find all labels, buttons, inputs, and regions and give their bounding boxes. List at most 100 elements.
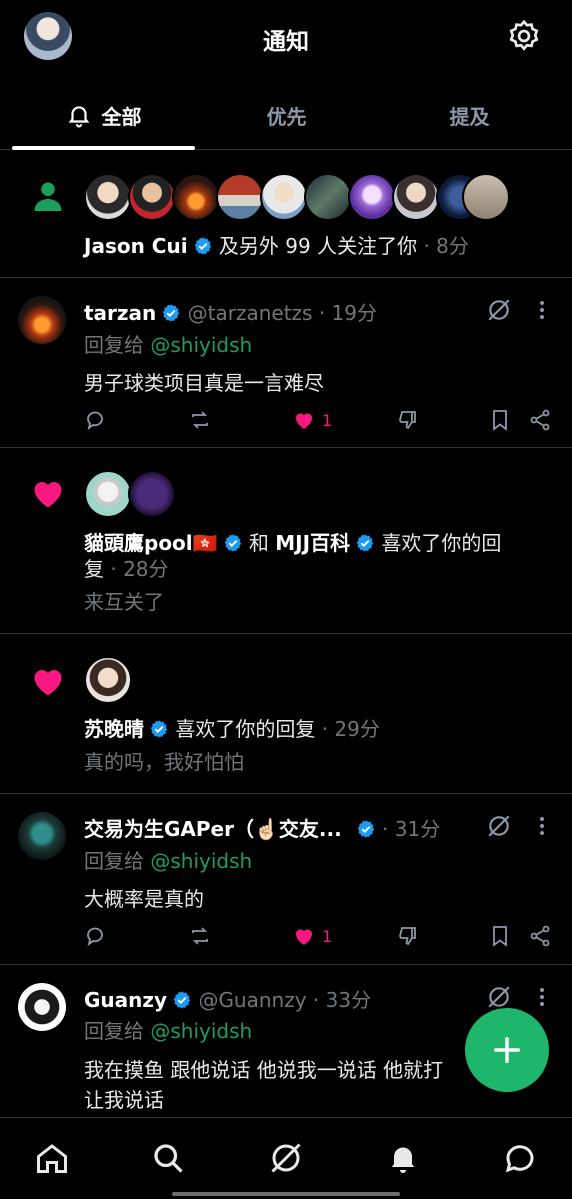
- reply-text: 我在摸鱼 跟他说话 他说我一说话 他就打: [84, 1058, 444, 1082]
- reply-header: 交易为生GAPer（☝🏻交友... · 31分: [84, 813, 440, 842]
- avatar[interactable]: [392, 173, 440, 221]
- user-name[interactable]: MJJ百科: [275, 531, 350, 555]
- timestamp: · 19分: [318, 301, 378, 325]
- user-name[interactable]: tarzan: [84, 301, 156, 325]
- follow-desc: 及另外 99 人关注了你: [218, 234, 418, 258]
- verified-badge-icon: [224, 534, 241, 552]
- reply-to-line: 回复给 @shiyidsh: [84, 1015, 252, 1044]
- user-name[interactable]: Jason Cui: [84, 234, 188, 258]
- share-button[interactable]: [528, 405, 552, 435]
- like-count: 1: [322, 410, 333, 430]
- reply-notification[interactable]: tarzan @tarzanetzs · 19分 回复给 @shiyidsh 男…: [0, 278, 572, 448]
- verified-badge-icon: [194, 237, 211, 255]
- timestamp: · 33分: [312, 988, 372, 1012]
- verified-badge-icon: [357, 820, 374, 838]
- avatar[interactable]: [128, 173, 176, 221]
- avatar[interactable]: [172, 173, 220, 221]
- like-desc: 复: [84, 557, 104, 581]
- plus-icon: [493, 1036, 521, 1064]
- messages-icon[interactable]: [502, 1140, 538, 1176]
- gear-icon[interactable]: [506, 18, 542, 54]
- avatar[interactable]: [128, 470, 176, 518]
- more-icon[interactable]: [532, 814, 552, 838]
- tab-label: 优先: [266, 104, 307, 129]
- bookmark-button[interactable]: [488, 405, 512, 435]
- reply-button[interactable]: [84, 921, 108, 951]
- more-icon[interactable]: [532, 298, 552, 322]
- avatar[interactable]: [84, 470, 132, 518]
- grok-icon[interactable]: [268, 1140, 304, 1176]
- reply-notification[interactable]: 交易为生GAPer（☝🏻交友... · 31分 回复给 @shiyidsh 大概…: [0, 794, 572, 965]
- reply-to-handle[interactable]: @shiyidsh: [150, 333, 252, 357]
- avatar[interactable]: [348, 173, 396, 221]
- like-desc: 喜欢了你的回: [381, 531, 502, 555]
- reply-button[interactable]: [84, 405, 108, 435]
- reply-prefix: 回复给: [84, 1019, 144, 1043]
- compose-button[interactable]: [465, 1008, 549, 1092]
- verified-badge-icon: [150, 720, 168, 738]
- reply-text: 让我说话: [84, 1088, 164, 1112]
- like-desc: 喜欢了你的回复: [175, 717, 316, 741]
- joiner-text: 和: [248, 531, 269, 555]
- share-icon: [530, 925, 550, 947]
- bottom-nav: [0, 1117, 572, 1199]
- like-button[interactable]: 1: [292, 405, 332, 435]
- user-handle[interactable]: @Guannzy: [198, 988, 306, 1012]
- thumbs-down-icon: [399, 411, 416, 430]
- dislike-button[interactable]: [396, 921, 420, 951]
- user-name[interactable]: 交易为生GAPer（☝🏻交友...: [84, 817, 342, 841]
- reply-header: Guanzy @Guannzy · 33分: [84, 984, 371, 1013]
- person-icon: [34, 182, 62, 211]
- tab-mentions[interactable]: 提及: [378, 80, 561, 150]
- repost-icon: [192, 927, 208, 945]
- like-text: 貓頭鷹pool🇭🇰 和 MJJ百科 喜欢了你的回: [84, 527, 501, 556]
- user-name[interactable]: Guanzy: [84, 988, 167, 1012]
- reply-to-line: 回复给 @shiyidsh: [84, 329, 252, 358]
- bookmark-icon: [493, 926, 507, 947]
- liked-reply-text: 来互关了: [84, 590, 164, 614]
- timestamp: · 31分: [382, 817, 441, 841]
- tab-label: 全部: [101, 104, 142, 129]
- like-notification[interactable]: 貓頭鷹pool🇭🇰 和 MJJ百科 喜欢了你的回 复 · 28分 来互关了: [0, 448, 572, 634]
- bookmark-button[interactable]: [488, 921, 512, 951]
- avatar[interactable]: [304, 173, 352, 221]
- reply-to-handle[interactable]: @shiyidsh: [150, 849, 252, 873]
- share-icon: [530, 409, 550, 431]
- repost-button[interactable]: [188, 405, 212, 435]
- avatar[interactable]: [84, 173, 132, 221]
- like-notification[interactable]: 苏晚晴 喜欢了你的回复 · 29分 真的吗，我好怕怕: [0, 634, 572, 794]
- avatar[interactable]: [216, 173, 264, 221]
- user-handle[interactable]: @tarzanetzs: [188, 301, 313, 325]
- grok-icon[interactable]: [486, 984, 512, 1010]
- thumbs-down-icon: [399, 927, 416, 946]
- verified-badge-icon: [173, 991, 191, 1009]
- notification-tabs: 全部 优先 提及: [0, 80, 572, 150]
- tab-priority[interactable]: 优先: [195, 80, 378, 150]
- avatar[interactable]: [84, 656, 132, 704]
- grok-icon[interactable]: [486, 297, 512, 323]
- tab-all[interactable]: 全部: [12, 80, 195, 150]
- user-name[interactable]: 苏晚晴: [84, 717, 144, 741]
- like-text: 苏晚晴 喜欢了你的回复 · 29分: [84, 713, 380, 742]
- share-button[interactable]: [528, 921, 552, 951]
- avatar[interactable]: [18, 983, 66, 1031]
- reply-header: tarzan @tarzanetzs · 19分: [84, 297, 377, 326]
- search-icon[interactable]: [150, 1140, 186, 1176]
- grok-icon[interactable]: [486, 813, 512, 839]
- heart-icon: [34, 670, 62, 696]
- avatar[interactable]: [18, 296, 66, 344]
- avatar[interactable]: [260, 173, 308, 221]
- user-name[interactable]: 貓頭鷹pool🇭🇰: [84, 531, 218, 555]
- bell-icon[interactable]: [385, 1140, 421, 1176]
- verified-badge-icon: [356, 534, 374, 552]
- heart-icon: [296, 929, 312, 945]
- home-icon[interactable]: [34, 1140, 70, 1176]
- more-icon[interactable]: [532, 985, 552, 1009]
- avatar[interactable]: [462, 173, 510, 221]
- dislike-button[interactable]: [396, 405, 420, 435]
- follow-notification[interactable]: Jason Cui 及另外 99 人关注了你 · 8分: [0, 150, 572, 278]
- reply-to-handle[interactable]: @shiyidsh: [150, 1019, 252, 1043]
- avatar[interactable]: [18, 812, 66, 860]
- like-button[interactable]: 1: [292, 921, 332, 951]
- repost-button[interactable]: [188, 921, 212, 951]
